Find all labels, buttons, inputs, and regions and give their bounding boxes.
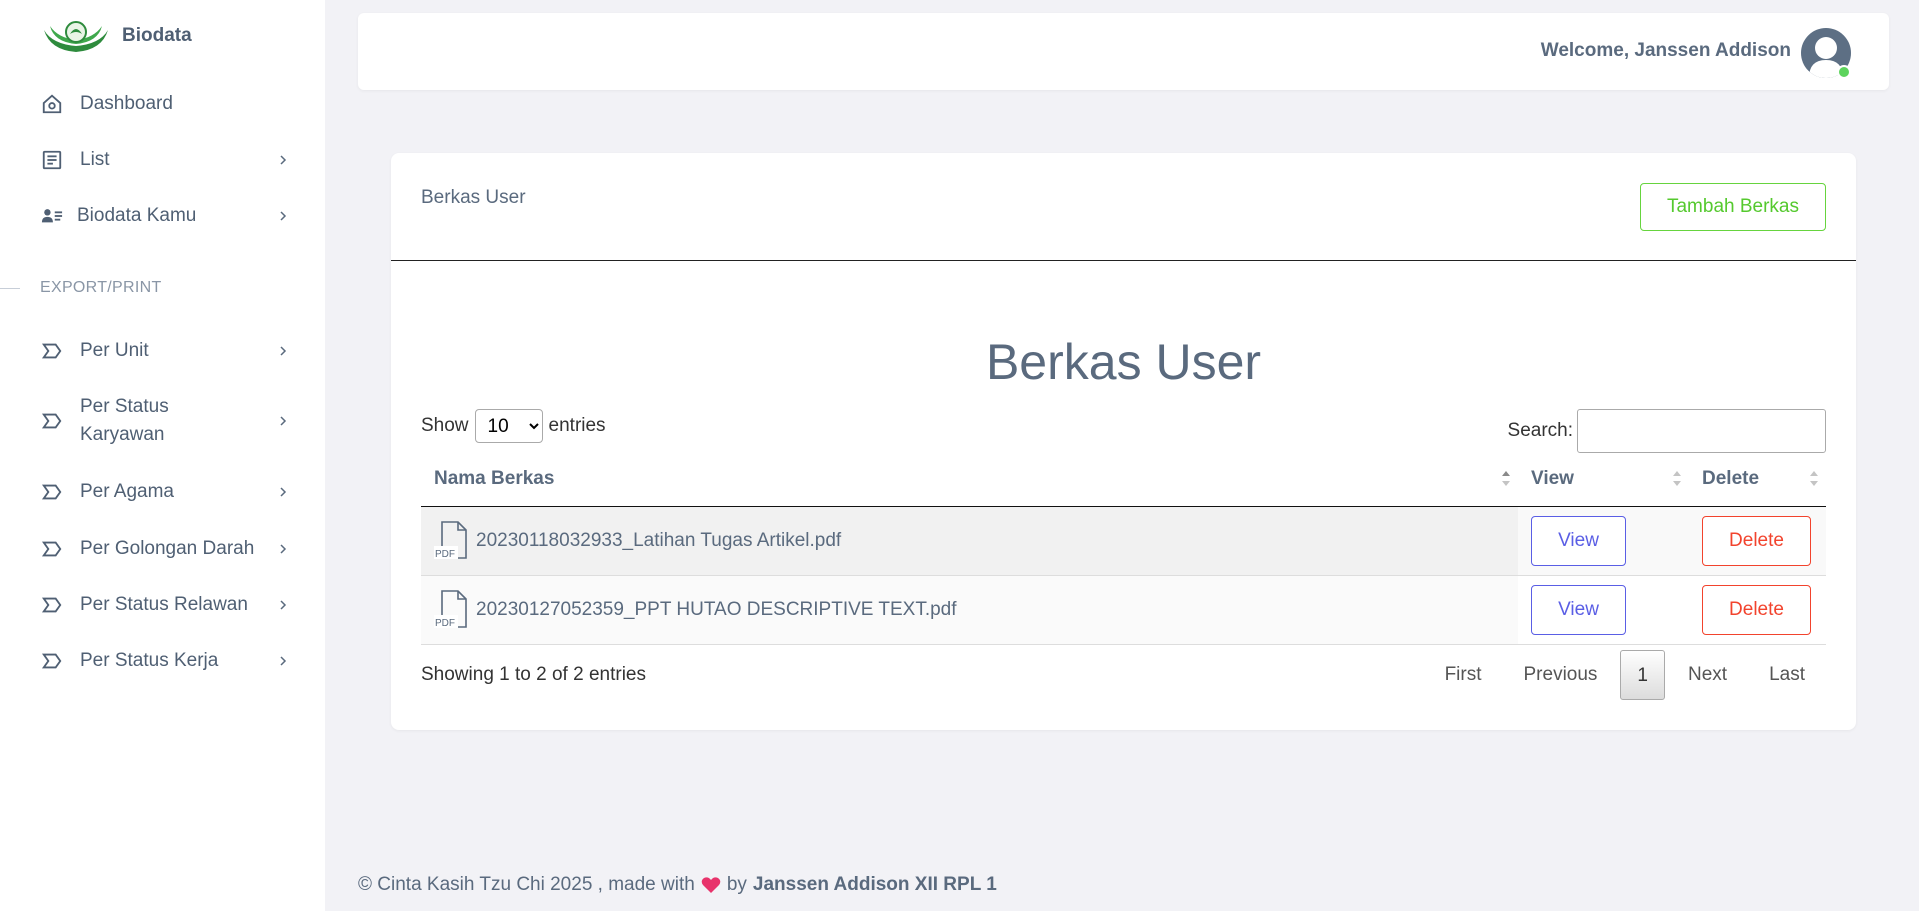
- chevron-right-icon: [280, 600, 287, 610]
- svg-text:PDF: PDF: [435, 549, 455, 560]
- delete-cell: Delete: [1689, 575, 1826, 645]
- sidebar: Biodata Dashboard List Biodata Kamu EXPO…: [0, 0, 325, 911]
- delete-cell: Delete: [1689, 506, 1826, 576]
- chevron-right-icon: [280, 487, 287, 497]
- table-header-row: Nama Berkas View Delete: [421, 453, 1826, 507]
- tzu-chi-logo: [44, 21, 108, 52]
- delete-button[interactable]: Delete: [1702, 515, 1811, 566]
- sidebar-item-list[interactable]: List: [40, 146, 289, 174]
- footer: © Cinta Kasih Tzu Chi 2025 , made with b…: [358, 874, 997, 896]
- sidebar-item-label: List: [80, 149, 110, 170]
- sidebar-item-label: Dashboard: [80, 93, 173, 114]
- add-file-button[interactable]: Tambah Berkas: [1640, 183, 1826, 231]
- topbar: Welcome, Janssen Addison: [358, 13, 1889, 90]
- column-header-label: View: [1531, 468, 1574, 490]
- berkas-card: Berkas User Tambah Berkas Berkas User Sh…: [391, 153, 1856, 730]
- sidebar-item-label: Per Status Kerja: [80, 650, 219, 671]
- welcome-text: Welcome, Janssen Addison: [1540, 40, 1791, 61]
- pagination-next[interactable]: Next: [1667, 650, 1748, 700]
- sidebar-item-per-status-relawan[interactable]: Per Status Relawan: [40, 591, 289, 619]
- search-input[interactable]: [1577, 409, 1826, 453]
- column-header-nama-berkas[interactable]: Nama Berkas: [421, 453, 1518, 507]
- tag-icon: [40, 537, 64, 561]
- sidebar-item-biodata-kamu[interactable]: Biodata Kamu: [40, 202, 289, 230]
- sidebar-item-label: Per Agama: [80, 481, 174, 502]
- table-info: Showing 1 to 2 of 2 entries: [421, 664, 646, 685]
- pagination-last[interactable]: Last: [1748, 650, 1826, 700]
- list-icon: [40, 148, 64, 172]
- pagination: First Previous 1 Next Last: [1424, 650, 1826, 700]
- view-button[interactable]: View: [1531, 515, 1626, 566]
- column-header-label: Nama Berkas: [434, 468, 555, 490]
- footer-author: Janssen Addison XII RPL 1: [752, 874, 997, 895]
- sort-icon: [1810, 471, 1818, 489]
- file-name[interactable]: 20230127052359_PPT HUTAO DESCRIPTIVE TEX…: [476, 599, 957, 621]
- tag-icon: [40, 480, 64, 504]
- section-divider: [0, 288, 20, 289]
- sidebar-item-per-agama[interactable]: Per Agama: [40, 478, 289, 506]
- view-cell: View: [1518, 575, 1689, 645]
- home-icon: [40, 92, 64, 116]
- chevron-right-icon: [280, 346, 287, 356]
- footer-by: by: [726, 874, 747, 895]
- brand-name: Biodata: [122, 25, 192, 46]
- entries-label: entries: [548, 415, 606, 436]
- tag-icon: [40, 593, 64, 617]
- pagination-first[interactable]: First: [1424, 650, 1503, 700]
- section-title-export: EXPORT/PRINT: [40, 279, 162, 296]
- column-header-view[interactable]: View: [1518, 453, 1689, 507]
- sidebar-item-label: Per Unit: [80, 340, 149, 361]
- chevron-right-icon: [280, 416, 287, 426]
- search-control: Search:: [1508, 409, 1826, 453]
- card-title: Berkas User: [421, 187, 526, 208]
- file-name-cell: PDF 20230127052359_PPT HUTAO DESCRIPTIVE…: [421, 575, 1518, 645]
- search-label: Search:: [1507, 420, 1573, 441]
- sidebar-item-label: Per Golongan Darah: [80, 538, 255, 559]
- sidebar-item-label: Per Status Karyawan: [80, 396, 169, 445]
- table-row: PDF 20230127052359_PPT HUTAO DESCRIPTIVE…: [421, 575, 1826, 645]
- tag-icon: [40, 339, 64, 363]
- sort-icon: [1673, 471, 1681, 489]
- chevron-right-icon: [280, 656, 287, 666]
- online-status-dot: [1837, 65, 1851, 79]
- user-card-icon: [40, 204, 64, 228]
- sidebar-item-per-status-karyawan[interactable]: Per Status Karyawan: [40, 393, 180, 449]
- sidebar-item-per-golongan-darah[interactable]: Per Golongan Darah: [40, 535, 289, 563]
- sidebar-item-dashboard[interactable]: Dashboard: [40, 90, 289, 118]
- tag-icon: [40, 409, 64, 433]
- delete-button[interactable]: Delete: [1702, 584, 1811, 635]
- view-cell: View: [1518, 506, 1689, 576]
- pdf-file-icon: PDF: [434, 520, 467, 560]
- column-header-label: Delete: [1702, 468, 1760, 490]
- column-header-delete[interactable]: Delete: [1689, 453, 1826, 507]
- tag-icon: [40, 649, 64, 673]
- chevron-right-icon: [280, 155, 287, 165]
- files-table: Nama Berkas View Delete PDF 202301180329…: [421, 453, 1826, 645]
- file-name-cell: PDF 20230118032933_Latihan Tugas Artikel…: [421, 506, 1518, 576]
- pagination-page-1[interactable]: 1: [1620, 650, 1665, 700]
- sidebar-item-per-status-kerja[interactable]: Per Status Kerja: [40, 647, 289, 675]
- pdf-file-icon: PDF: [434, 589, 467, 629]
- page-length-select[interactable]: 10 25 50 100: [474, 409, 543, 443]
- brand[interactable]: Biodata: [40, 16, 192, 56]
- page-length-control: Show 10 25 50 100 entries: [421, 409, 606, 443]
- chevron-right-icon: [280, 544, 287, 554]
- page-title: Berkas User: [985, 334, 1262, 390]
- pagination-previous[interactable]: Previous: [1503, 650, 1619, 700]
- footer-copyright: © Cinta Kasih Tzu Chi 2025 , made with: [358, 874, 695, 895]
- card-divider: [391, 260, 1856, 261]
- sidebar-item-label: Per Status Relawan: [80, 594, 248, 615]
- heart-icon: [701, 877, 721, 893]
- chevron-right-icon: [280, 211, 287, 221]
- sidebar-item-label: Biodata Kamu: [77, 205, 197, 226]
- view-button[interactable]: View: [1531, 584, 1626, 635]
- table-row: PDF 20230118032933_Latihan Tugas Artikel…: [421, 506, 1826, 576]
- show-label: Show: [421, 415, 469, 436]
- file-name[interactable]: 20230118032933_Latihan Tugas Artikel.pdf: [476, 530, 841, 552]
- sidebar-item-per-unit[interactable]: Per Unit: [40, 337, 289, 365]
- sort-icon: [1502, 471, 1510, 489]
- svg-text:PDF: PDF: [435, 618, 455, 629]
